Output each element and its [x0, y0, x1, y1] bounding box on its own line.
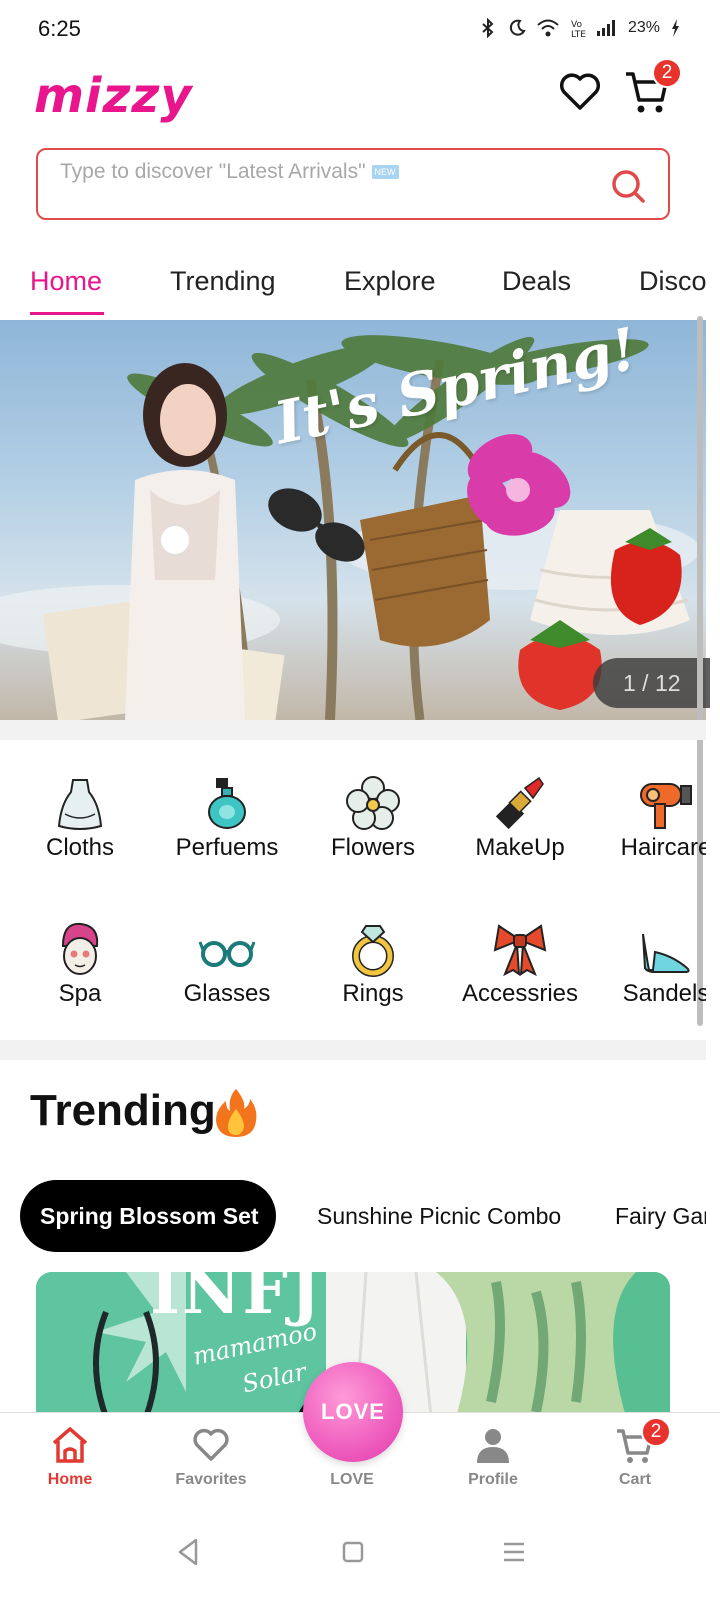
section-divider	[0, 1040, 706, 1060]
charging-icon	[672, 19, 679, 37]
glasses-icon	[198, 941, 256, 967]
heel-icon	[642, 933, 690, 973]
search-icon[interactable]	[608, 166, 648, 206]
chip-sunshine-picnic-combo[interactable]: Sunshine Picnic Combo	[317, 1180, 561, 1252]
category-sandels[interactable]: Sandels	[596, 920, 706, 1008]
category-rings[interactable]: Rings	[303, 920, 443, 1008]
app-logo[interactable]: mizzy	[34, 68, 193, 124]
status-time: 6:25	[38, 16, 81, 41]
category-haircare[interactable]: Haircare	[596, 774, 706, 862]
battery-percent: 23%	[627, 19, 660, 36]
heart-icon	[193, 1428, 229, 1461]
category-spa[interactable]: Spa	[10, 920, 150, 1008]
category-accessories[interactable]: Accessries	[450, 920, 590, 1008]
active-tab-indicator	[30, 312, 104, 315]
person-icon	[477, 1429, 509, 1463]
system-navigation	[0, 1512, 720, 1600]
chip-fairy-garden[interactable]: Fairy Gar	[615, 1180, 706, 1252]
tab-deals[interactable]: Deals	[502, 266, 571, 297]
favorites-button[interactable]	[558, 70, 602, 114]
search-placeholder: Type to discover "Latest Arrivals" NEW	[60, 160, 399, 184]
category-flowers[interactable]: Flowers	[303, 774, 443, 862]
hairdryer-icon	[640, 783, 692, 829]
category-makeup[interactable]: MakeUp	[450, 774, 590, 862]
nav-favorites[interactable]: Favorites	[141, 1413, 281, 1513]
home-button-icon[interactable]	[333, 1532, 373, 1572]
new-tag: NEW	[371, 165, 399, 180]
wifi-icon	[537, 19, 559, 37]
category-tabs: Home Trending Explore Deals Disco	[0, 258, 720, 316]
category-perfumes[interactable]: Perfuems	[157, 774, 297, 862]
bow-icon	[493, 924, 547, 977]
category-cloths[interactable]: Cloths	[10, 774, 150, 862]
perfume-icon	[208, 778, 246, 829]
cart-button[interactable]: 2	[622, 58, 682, 116]
svg-text:Vo: Vo	[571, 20, 582, 30]
cart-count-badge: 2	[641, 1417, 671, 1447]
category-glasses[interactable]: Glasses	[157, 920, 297, 1008]
tab-home[interactable]: Home	[30, 266, 102, 297]
nav-home[interactable]: Home	[0, 1413, 140, 1513]
status-icons: Vo LTE 23%	[478, 18, 680, 38]
svg-text:LTE: LTE	[571, 30, 586, 38]
love-button[interactable]: LOVE	[303, 1362, 403, 1462]
face-mask-icon	[61, 922, 99, 975]
heart-icon	[559, 73, 601, 110]
flower-icon	[346, 776, 400, 830]
search-input[interactable]: Type to discover "Latest Arrivals" NEW	[36, 148, 670, 220]
tab-discover[interactable]: Disco	[639, 266, 707, 297]
back-icon[interactable]	[168, 1532, 208, 1572]
recents-icon[interactable]	[494, 1532, 534, 1572]
fire-icon	[216, 1089, 257, 1137]
lipstick-icon	[495, 776, 544, 830]
section-divider	[0, 720, 706, 740]
bluetooth-icon	[482, 18, 494, 38]
volte-icon: VoLTE	[571, 20, 586, 38]
section-title-trending: Trending	[30, 1086, 216, 1135]
signal-icon	[596, 20, 615, 36]
tab-trending[interactable]: Trending	[170, 266, 276, 297]
tab-explore[interactable]: Explore	[344, 266, 436, 297]
nav-cart[interactable]: Cart 2	[565, 1413, 705, 1513]
slide-counter: 1 / 12	[593, 658, 710, 708]
cart-count-badge: 2	[652, 58, 682, 88]
moon-icon	[509, 19, 526, 36]
category-grid: Cloths Perfuems Flowers MakeUp Haircare …	[0, 740, 706, 1040]
status-bar: 6:25 Vo LTE 23%	[0, 0, 720, 60]
nav-profile[interactable]: Profile	[423, 1413, 563, 1513]
home-icon	[52, 1427, 88, 1463]
trending-chips: Spring Blossom Set Sunshine Picnic Combo…	[0, 1180, 706, 1254]
dress-icon	[57, 779, 103, 830]
ring-icon	[352, 925, 394, 977]
chip-spring-blossom-set[interactable]: Spring Blossom Set	[20, 1180, 276, 1252]
